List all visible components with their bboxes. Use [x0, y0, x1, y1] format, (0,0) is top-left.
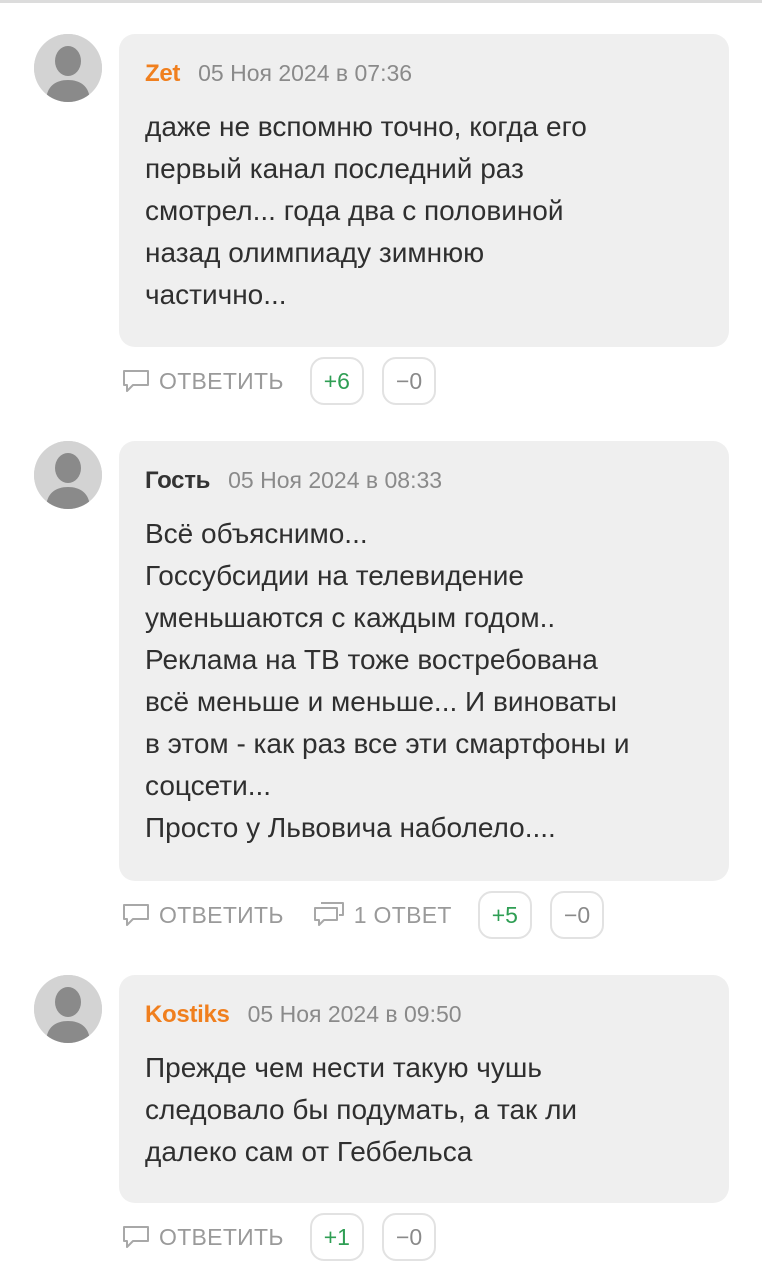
comment-bubble: Kostiks 05 Ноя 2024 в 09:50 Прежде чем н… [119, 975, 729, 1203]
replies-thread-button[interactable]: 1 ОТВЕТ [312, 901, 452, 929]
dislike-button[interactable]: −0 [549, 891, 605, 939]
like-button[interactable]: +6 [309, 357, 364, 405]
reply-button[interactable]: ОТВЕТИТЬ [121, 368, 284, 395]
reply-label: ОТВЕТИТЬ [159, 1223, 284, 1250]
reply-button[interactable]: ОТВЕТИТЬ [121, 1224, 284, 1251]
comment-meta: Гость 05 Ноя 2024 в 08:33 [145, 467, 703, 499]
comment-date: 05 Ноя 2024 в 08:33 [228, 467, 443, 493]
comment-meta: Zet 05 Ноя 2024 в 07:36 [145, 60, 703, 92]
comment-text: даже не вспомню точно, когда его первый … [145, 111, 587, 310]
speech-bubble-icon [121, 1224, 151, 1250]
comment-actions: ОТВЕТИТЬ 1 ОТВЕТ +5 −0 [121, 890, 605, 940]
replies-count-label: 1 ОТВЕТ [353, 901, 452, 928]
comment-actions: ОТВЕТИТЬ +6 −0 [121, 356, 437, 406]
user-avatar-icon[interactable] [34, 34, 102, 102]
speech-bubbles-icon [312, 901, 346, 929]
top-divider [0, 0, 762, 3]
comment-author[interactable]: Гость [145, 467, 210, 495]
like-button[interactable]: +1 [309, 1213, 364, 1261]
user-avatar-icon[interactable] [34, 441, 102, 509]
comment-bubble: Zet 05 Ноя 2024 в 07:36 даже не вспомню … [119, 34, 729, 347]
speech-bubble-icon [121, 902, 151, 928]
comment-author[interactable]: Zet [145, 60, 180, 88]
reply-label: ОТВЕТИТЬ [159, 901, 284, 928]
comment-text: Прежде чем нести такую чушь следовало бы… [145, 1052, 578, 1167]
comment-author[interactable]: Kostiks [145, 1001, 230, 1029]
dislike-button[interactable]: −0 [381, 357, 437, 405]
comment-date: 05 Ноя 2024 в 07:36 [198, 60, 413, 86]
reply-label: ОТВЕТИТЬ [159, 367, 284, 394]
user-avatar-icon[interactable] [34, 975, 102, 1043]
like-button[interactable]: +5 [477, 891, 532, 939]
comment-actions: ОТВЕТИТЬ +1 −0 [121, 1212, 437, 1262]
comment-date: 05 Ноя 2024 в 09:50 [247, 1001, 462, 1027]
comment-text: Всё объяснимо... Госсубсидии на телевиде… [145, 518, 630, 843]
comment-bubble: Гость 05 Ноя 2024 в 08:33 Всё объяснимо.… [119, 441, 729, 881]
speech-bubble-icon [121, 368, 151, 394]
dislike-button[interactable]: −0 [381, 1213, 437, 1261]
reply-button[interactable]: ОТВЕТИТЬ [121, 902, 284, 929]
comment-meta: Kostiks 05 Ноя 2024 в 09:50 [145, 1001, 703, 1033]
